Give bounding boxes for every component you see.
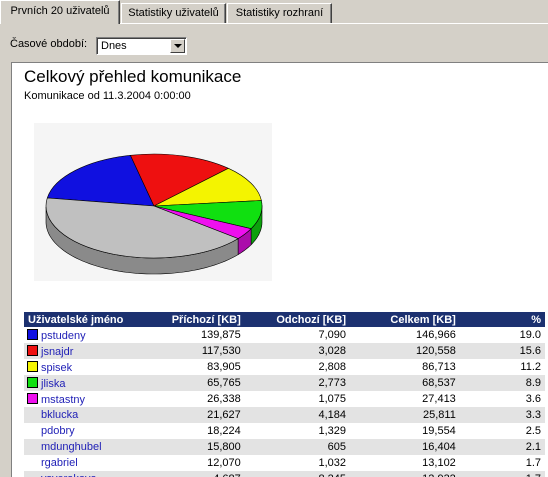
legend-swatch (27, 360, 38, 372)
user-link[interactable]: mdunghubel (41, 441, 102, 453)
cell-username: pdobry (24, 423, 144, 439)
cell-outgoing: 605 (244, 439, 350, 455)
users-table: Uživatelské jméno Příchozí [KB] Odchozí … (24, 312, 545, 477)
legend-swatch (27, 376, 38, 388)
cell-total: 16,404 (350, 439, 460, 455)
cell-outgoing: 8,245 (244, 471, 350, 477)
cell-username: jsnajdr (24, 343, 145, 359)
cell-percent: 1.7 (459, 471, 545, 477)
table-row: jliska 65,765 2,773 68,537 8.9 (24, 375, 545, 391)
table-row: rgabriel 12,070 1,032 13,102 1.7 (24, 455, 545, 471)
user-link[interactable]: mstastny (41, 394, 85, 406)
tab-top-20-users[interactable]: Prvních 20 uživatelů (0, 0, 120, 24)
period-select-value: Dnes (101, 40, 127, 52)
legend-swatch (27, 392, 38, 404)
table-header-row: Uživatelské jméno Příchozí [KB] Odchozí … (24, 312, 545, 327)
cell-percent: 2.5 (525, 425, 541, 437)
header-outgoing[interactable]: Odchozí [KB] (244, 312, 350, 327)
dropdown-button[interactable] (170, 39, 185, 53)
header-total[interactable]: Celkem [KB] (350, 312, 460, 327)
cell-incoming: 117,530 (144, 343, 245, 359)
cell-username: pstudeny (24, 327, 144, 343)
cell-total: 12,932 (350, 471, 460, 477)
cell-percent: 2.1 (459, 439, 545, 455)
cell-total: 27,413 (422, 393, 456, 405)
cell-incoming: 83,905 (207, 361, 241, 373)
chevron-down-icon (174, 44, 182, 48)
cell-total: 146,966 (416, 329, 456, 341)
user-link[interactable]: vsverakova (41, 473, 97, 477)
table-row: mdunghubel 15,800 605 16,404 2.1 (24, 439, 545, 455)
cell-incoming: 18,224 (207, 425, 241, 437)
user-link[interactable]: rgabriel (41, 457, 78, 469)
period-select[interactable]: Dnes (96, 37, 187, 55)
table-row: pdobry 18,224 1,329 19,554 2.5 (24, 423, 545, 439)
cell-outgoing: 7,090 (318, 329, 346, 341)
cell-outgoing: 1,075 (318, 393, 346, 405)
cell-total: 19,554 (422, 425, 456, 437)
tab-interface-statistics[interactable]: Statistiky rozhraní (227, 3, 332, 23)
cell-username: mstastny (24, 391, 144, 407)
cell-percent: 1.7 (525, 457, 541, 469)
report-title: Celkový přehled komunikace (24, 67, 242, 86)
table-row: spisek 83,905 2,808 86,713 11.2 (24, 359, 545, 375)
user-link[interactable]: bklucka (41, 409, 78, 421)
legend-swatch (27, 328, 38, 340)
cell-percent: 3.6 (525, 393, 541, 405)
cell-percent: 3.3 (459, 407, 545, 423)
cell-outgoing: 3,028 (244, 343, 350, 359)
cell-percent: 8.9 (459, 375, 545, 391)
cell-incoming: 12,070 (207, 457, 241, 469)
cell-incoming: 15,800 (144, 439, 245, 455)
cell-incoming: 65,765 (144, 375, 245, 391)
tab-user-statistics[interactable]: Statistiky uživatelů (121, 3, 226, 23)
table-row: pstudeny 139,875 7,090 146,966 19.0 (24, 327, 545, 343)
table-row: bklucka 21,627 4,184 25,811 3.3 (24, 407, 545, 423)
cell-username: bklucka (24, 407, 145, 423)
report-subtitle: Komunikace od 11.3.2004 0:00:00 (24, 90, 191, 102)
cell-outgoing: 2,808 (318, 361, 346, 373)
table-row: vsverakova 4,6878,24512,9321.7 (24, 471, 545, 477)
user-link[interactable]: pdobry (41, 425, 75, 437)
cell-total: 68,537 (350, 375, 460, 391)
pie-chart (45, 153, 263, 275)
cell-total: 120,558 (350, 343, 460, 359)
cell-username: rgabriel (24, 455, 144, 471)
cell-incoming: 21,627 (144, 407, 245, 423)
cell-percent: 19.0 (519, 329, 541, 341)
cell-incoming: 4,687 (144, 471, 245, 477)
cell-incoming: 139,875 (201, 329, 241, 341)
cell-total: 25,811 (350, 407, 460, 423)
user-link[interactable]: pstudeny (41, 330, 86, 342)
table-row: mstastny 26,338 1,075 27,413 3.6 (24, 391, 545, 407)
cell-username: jliska (24, 375, 145, 391)
cell-percent: 11.2 (520, 361, 541, 373)
cell-username: spisek (24, 359, 144, 375)
report-pane[interactable]: Celkový přehled komunikace Komunikace od… (11, 62, 548, 477)
user-link[interactable]: spisek (41, 362, 72, 374)
cell-total: 86,713 (422, 361, 456, 373)
cell-percent: 15.6 (459, 343, 545, 359)
cell-outgoing: 4,184 (244, 407, 350, 423)
cell-username: vsverakova (24, 471, 145, 477)
header-percent[interactable]: % (459, 312, 545, 327)
table-row: jsnajdr 117,530 3,028 120,558 15.6 (24, 343, 545, 359)
header-incoming[interactable]: Příchozí [KB] (144, 312, 245, 327)
user-link[interactable]: jsnajdr (41, 346, 73, 358)
cell-total: 13,102 (422, 457, 456, 469)
cell-outgoing: 1,032 (318, 457, 346, 469)
legend-swatch (27, 344, 38, 356)
user-link[interactable]: jliska (41, 378, 65, 390)
period-label: Časové období: (10, 38, 88, 50)
tab-bar: Prvních 20 uživatelů Statistiky uživatel… (0, 0, 548, 25)
cell-outgoing: 1,329 (318, 425, 346, 437)
cell-incoming: 26,338 (207, 393, 241, 405)
header-username[interactable]: Uživatelské jméno (24, 312, 145, 327)
cell-username: mdunghubel (24, 439, 145, 455)
cell-outgoing: 2,773 (244, 375, 350, 391)
